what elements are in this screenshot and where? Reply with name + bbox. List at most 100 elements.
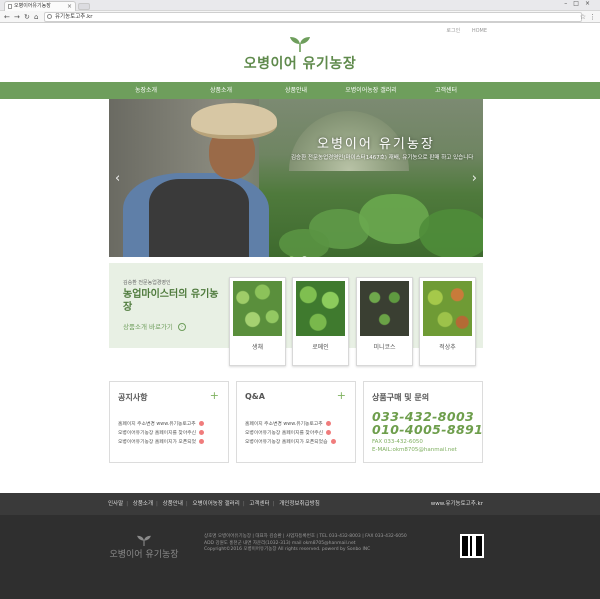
browser-tab-title: 오병이어유기농장 [14,3,51,9]
new-badge [199,439,205,444]
qna-item[interactable]: 오병이어유기농장 홈페이지를 찾아주신 [245,429,336,438]
address-bar: ← → ↻ ⌂ 유기농토고추.kr ☆ ⋮ [0,11,600,23]
forward-icon[interactable]: → [14,12,20,22]
info-icon[interactable] [47,14,52,19]
new-badge [325,421,331,426]
new-badge [198,421,204,426]
product-label: 생채 [251,344,264,351]
fax-email: FAX 033-432-6050 E-MAIL:okm8705@hanmail.… [372,438,457,454]
site-logo[interactable]: 오병이어 유기농장 [0,36,600,73]
bookmark-star-icon[interactable]: ☆ [580,12,586,22]
circle-arrow-icon: › [177,323,186,331]
new-badge [199,430,205,435]
promo-title: 농업마이스터의 유기농장 [123,289,219,313]
window-controls[interactable]: –□× [564,0,596,7]
footer-link-products[interactable]: 상품소개 [133,501,153,507]
product-card-saengchae[interactable]: 생채 [229,277,286,366]
login-link[interactable]: 로그인 [446,28,460,34]
footer-logo: 오병이어 유기농장 [108,535,180,560]
sprout-icon [137,535,151,546]
nav-item-gallery[interactable]: 오병이어농장 갤러리 [345,82,397,99]
notice-title: 공지사항 [118,393,148,402]
logo-text: 오병이어 유기농장 [243,56,357,72]
product-intro-link-label: 상품소개 바로가기 [123,323,173,331]
crop-leaf [419,209,483,257]
slider-dot[interactable] [302,256,308,257]
notice-box: 공지사항 + 홈페이지 주소변경 www.유기농토고추 오병이어유기농장 홈페이… [109,381,229,463]
page-icon [8,4,12,9]
notice-item[interactable]: 오병이어유기농장 홈페이지가 오픈되었 [118,438,205,447]
footer-logo-text: 오병이어 유기농장 [109,550,179,560]
qna-item[interactable]: 오병이어유기농장 홈페이지가 오픈되었습 [245,438,336,447]
product-label: 로메인 [312,344,329,351]
browser-menu-icon[interactable]: ⋮ [589,12,596,22]
nav-item-customer-center[interactable]: 고객센터 [435,82,457,99]
footer-link-gallery[interactable]: 오병이어농장 갤러리 [193,501,240,507]
main-nav: 농장소개 상품소개 상품안내 오병이어농장 갤러리 고객센터 [0,82,600,99]
hero-subtitle: 김승환 전문농업경영인(마이스터1467호) 재배, 유기농으로 판매 하고 있… [291,155,474,161]
qna-box: Q&A + 홈페이지 주소변경 www.유기농토고추 오병이어유기농장 홈페이지… [236,381,356,463]
nav-item-product-guide[interactable]: 상품안내 [285,82,307,99]
copyright: Copyright©2016 오병이어유기농장 All rights reser… [204,547,371,552]
product-card-mini-cos[interactable]: 미니코스 [356,277,413,366]
footer-link-privacy[interactable]: 개인정보취급방침 [279,501,319,507]
nav-item-products[interactable]: 상품소개 [210,82,232,99]
footer-link-greeting[interactable]: 인사말 [108,501,123,507]
farmer-hat [191,103,277,139]
product-image [423,281,472,336]
url-field[interactable]: 유기농토고추.kr [44,12,582,22]
qna-list: 홈페이지 주소변경 www.유기농토고추 오병이어유기농장 홈페이지를 찾아주신… [245,420,336,447]
footer-links: 인사말 | 상품소개 | 상품안내 | 오병이어농장 갤러리 | 고객센터 | 개인정보취… [108,501,320,507]
contact-title: 상품구매 및 문의 [372,393,430,402]
promo-caption: 김승환 전문농업경영인 [123,280,171,286]
notice-list: 홈페이지 주소변경 www.유기농토고추 오병이어유기농장 홈페이지를 찾아주신… [118,420,205,447]
product-intro-link[interactable]: 상품소개 바로가기 › [123,321,186,331]
sprout-icon [290,37,310,52]
home-icon[interactable]: ⌂ [34,12,38,22]
notice-more-icon[interactable]: + [210,389,219,402]
hero-title: 오병이어 유기농장 [317,137,435,152]
qr-code [460,534,484,558]
product-card-red-lettuce[interactable]: 적상추 [419,277,476,366]
browser-tab-bar: 오병이어유기농장 × –□× [0,0,600,11]
slider-next-icon[interactable]: › [472,171,477,186]
company-info: 상호명 오병이어유기농장 | 대표자 김승환 | 사업자등록번호 | TEL 0… [204,534,407,554]
hero-slider: 오병이어 유기농장 김승환 전문농업경영인(마이스터1467호) 재배, 유기농… [109,99,483,257]
back-icon[interactable]: ← [4,12,10,22]
slider-pagination [289,246,310,257]
slider-prev-icon[interactable]: ‹ [115,171,120,186]
new-badge [326,430,332,435]
url-text: 유기농토고추.kr [55,14,93,20]
nav-item-farm-intro[interactable]: 농장소개 [135,82,157,99]
home-link[interactable]: HOME [472,28,487,34]
qna-title: Q&A [245,392,265,401]
footer-link-product-guide[interactable]: 상품안내 [163,501,183,507]
reload-icon[interactable]: ↻ [24,12,30,22]
footer-link-customer-center[interactable]: 고객센터 [249,501,269,507]
product-card-romaine[interactable]: 로메인 [292,277,349,366]
slider-dot[interactable] [289,256,294,257]
close-tab-icon[interactable]: × [67,2,72,11]
footer-domain[interactable]: www.유기농토고추.kr [431,493,483,515]
email-address[interactable]: E-MAIL:okm8705@hanmail.net [372,446,457,454]
notice-item[interactable]: 홈페이지 주소변경 www.유기농토고추 [118,420,204,429]
fax-number: FAX 033-432-6050 [372,439,423,445]
product-image [296,281,345,336]
qna-item[interactable]: 홈페이지 주소변경 www.유기농토고추 [245,420,336,429]
product-label: 적상추 [439,344,456,351]
browser-tab[interactable]: 오병이어유기농장 × [4,1,76,11]
top-links: 로그인 HOME [436,27,487,34]
footer: 오병이어 유기농장 상호명 오병이어유기농장 | 대표자 김승환 | 사업자등록… [0,515,600,599]
qna-more-icon[interactable]: + [337,389,346,402]
product-image [360,281,409,336]
new-badge [330,439,336,444]
phone-number-2: 010-4005-8891 [372,422,484,437]
notice-item[interactable]: 오병이어유기농장 홈페이지를 찾아주신 [118,429,205,438]
footer-nav: 인사말 | 상품소개 | 상품안내 | 오병이어농장 갤러리 | 고객센터 | 개인정보취… [0,493,600,515]
product-label: 미니코스 [373,344,396,351]
farmer-vest [149,179,249,257]
product-image [233,281,282,336]
new-tab-button[interactable] [78,3,90,10]
contact-box: 상품구매 및 문의 033-432-8003 010-4005-8891 FAX… [363,381,483,463]
company-info-line: 상호명 오병이어유기농장 | 대표자 김승환 | 사업자등록번호 | TEL 0… [204,534,407,539]
